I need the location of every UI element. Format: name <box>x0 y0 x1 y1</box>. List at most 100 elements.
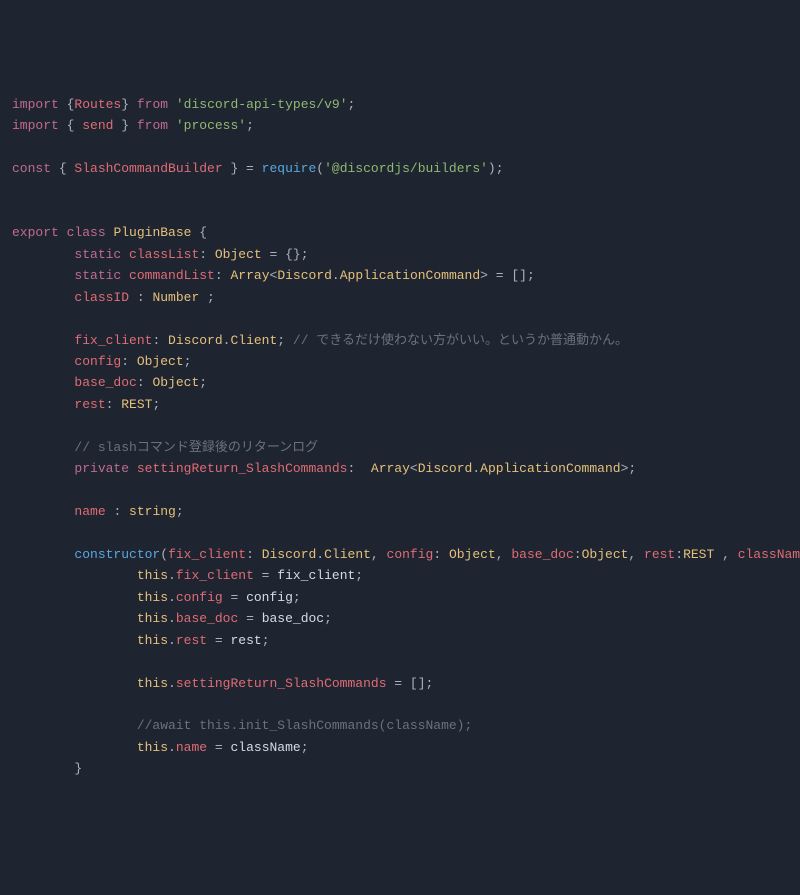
token: Discord <box>168 333 223 348</box>
token: settingReturn_SlashCommands <box>137 461 348 476</box>
token: send <box>82 118 113 133</box>
token: = []; <box>387 676 434 691</box>
token <box>12 354 74 369</box>
token: rest <box>74 397 105 412</box>
code-line: config: Object; <box>12 351 788 372</box>
token: ; <box>293 590 301 605</box>
code-line: this.base_doc = base_doc; <box>12 608 788 629</box>
token: fix_client <box>74 333 152 348</box>
token: : <box>137 375 153 390</box>
token: = <box>254 568 277 583</box>
token: < <box>410 461 418 476</box>
token: static <box>74 247 121 262</box>
token: >; <box>621 461 637 476</box>
token: import <box>12 118 59 133</box>
token: config <box>74 354 121 369</box>
token <box>121 268 129 283</box>
token: : <box>199 247 215 262</box>
token: base_doc <box>74 375 136 390</box>
token: static <box>74 268 121 283</box>
token: Array <box>230 268 269 283</box>
token: class <box>67 225 106 240</box>
token: ; <box>301 740 309 755</box>
token: , <box>496 547 512 562</box>
code-line: static commandList: Array<Discord.Applic… <box>12 265 788 286</box>
code-line <box>12 201 788 222</box>
token: className <box>738 547 800 562</box>
token: import <box>12 97 59 112</box>
token: > = []; <box>480 268 535 283</box>
token: export <box>12 225 59 240</box>
token: = <box>223 590 246 605</box>
token: } <box>12 761 82 776</box>
token: ; <box>176 504 184 519</box>
token: Array <box>371 461 410 476</box>
token: , <box>371 547 387 562</box>
token: config <box>176 590 223 605</box>
code-line <box>12 415 788 436</box>
token: = {}; <box>262 247 309 262</box>
token: const <box>12 161 51 176</box>
token: } = <box>223 161 262 176</box>
token: '@discordjs/builders' <box>324 161 488 176</box>
token <box>129 461 137 476</box>
token: this <box>137 676 168 691</box>
token: SlashCommandBuilder <box>74 161 222 176</box>
token: fix_client <box>176 568 254 583</box>
code-line: fix_client: Discord.Client; // できるだけ使わない… <box>12 330 788 351</box>
token <box>12 633 137 648</box>
token: Object <box>137 354 184 369</box>
token: classList <box>129 247 199 262</box>
token: this <box>137 633 168 648</box>
token <box>12 676 137 691</box>
token: ; <box>199 375 207 390</box>
token <box>12 568 137 583</box>
code-line: this.fix_client = fix_client; <box>12 565 788 586</box>
token: : <box>129 290 152 305</box>
token <box>12 333 74 348</box>
token <box>12 397 74 412</box>
token <box>12 504 74 519</box>
token: require <box>262 161 317 176</box>
token: rest <box>644 547 675 562</box>
token: rest <box>176 633 207 648</box>
token: . <box>168 611 176 626</box>
token: : <box>574 547 582 562</box>
token: } <box>121 97 137 112</box>
token: ApplicationCommand <box>340 268 480 283</box>
token <box>12 268 74 283</box>
token: : <box>106 504 129 519</box>
token: . <box>316 547 324 562</box>
token: name <box>176 740 207 755</box>
token: config <box>246 590 293 605</box>
token <box>12 461 74 476</box>
token <box>168 118 176 133</box>
code-line <box>12 180 788 201</box>
token: : <box>347 461 370 476</box>
token: fix_client <box>277 568 355 583</box>
token: : <box>106 397 122 412</box>
token: this <box>137 590 168 605</box>
token: settingReturn_SlashCommands <box>176 676 387 691</box>
code-line <box>12 308 788 329</box>
token: : <box>675 547 683 562</box>
token: Object <box>215 247 262 262</box>
token: Discord <box>262 547 317 562</box>
token: this <box>137 568 168 583</box>
code-line: this.settingReturn_SlashCommands = []; <box>12 673 788 694</box>
token: . <box>168 633 176 648</box>
code-line: rest: REST; <box>12 394 788 415</box>
token <box>59 225 67 240</box>
code-line: export class PluginBase { <box>12 222 788 243</box>
token: Object <box>582 547 629 562</box>
code-line <box>12 480 788 501</box>
token: ApplicationCommand <box>480 461 620 476</box>
token: REST <box>121 397 152 412</box>
token: PluginBase <box>113 225 191 240</box>
token: ( <box>316 161 324 176</box>
code-line: import {Routes} from 'discord-api-types/… <box>12 94 788 115</box>
token: from <box>137 118 168 133</box>
code-line: this.name = className; <box>12 737 788 758</box>
token: ; <box>277 333 293 348</box>
token: this <box>137 611 168 626</box>
